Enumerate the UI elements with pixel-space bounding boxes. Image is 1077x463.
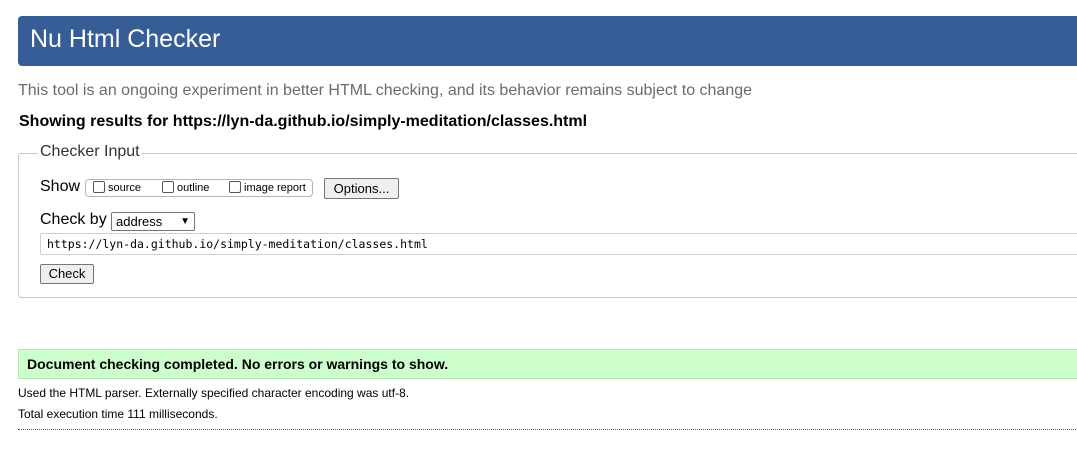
dotted-divider — [18, 429, 1077, 430]
source-checkbox-label: source — [108, 182, 142, 194]
check-by-label: Check by — [40, 211, 107, 228]
results-heading: Showing results for https://lyn-da.githu… — [19, 113, 588, 130]
check-by-select[interactable]: address ▼ — [111, 212, 195, 231]
show-options-group: source outline image report — [85, 179, 313, 197]
page: Nu Html Checker This tool is an ongoing … — [0, 0, 1077, 463]
success-message: Document checking completed. No errors o… — [18, 349, 1077, 379]
check-by-selected-value: address — [116, 214, 163, 229]
tagline: This tool is an ongoing experiment in be… — [18, 82, 753, 99]
options-button[interactable]: Options... — [324, 178, 399, 199]
parser-info: Used the HTML parser. Externally specifi… — [18, 386, 410, 400]
chevron-down-icon: ▼ — [180, 216, 190, 227]
app-title: Nu Html Checker — [30, 25, 221, 53]
execution-time: Total execution time 111 milliseconds. — [18, 407, 218, 421]
source-checkbox[interactable] — [93, 181, 105, 193]
check-button[interactable]: Check — [40, 264, 94, 284]
header-bar: Nu Html Checker — [18, 16, 1077, 66]
checker-input-legend: Checker Input — [38, 143, 142, 161]
image-report-checkbox-label: image report — [244, 182, 306, 194]
image-report-checkbox[interactable] — [229, 181, 241, 193]
url-input[interactable]: https://lyn-da.github.io/simply-meditati… — [40, 233, 1077, 255]
show-label: Show — [40, 178, 81, 195]
outline-checkbox[interactable] — [162, 181, 174, 193]
outline-checkbox-label: outline — [177, 182, 210, 194]
